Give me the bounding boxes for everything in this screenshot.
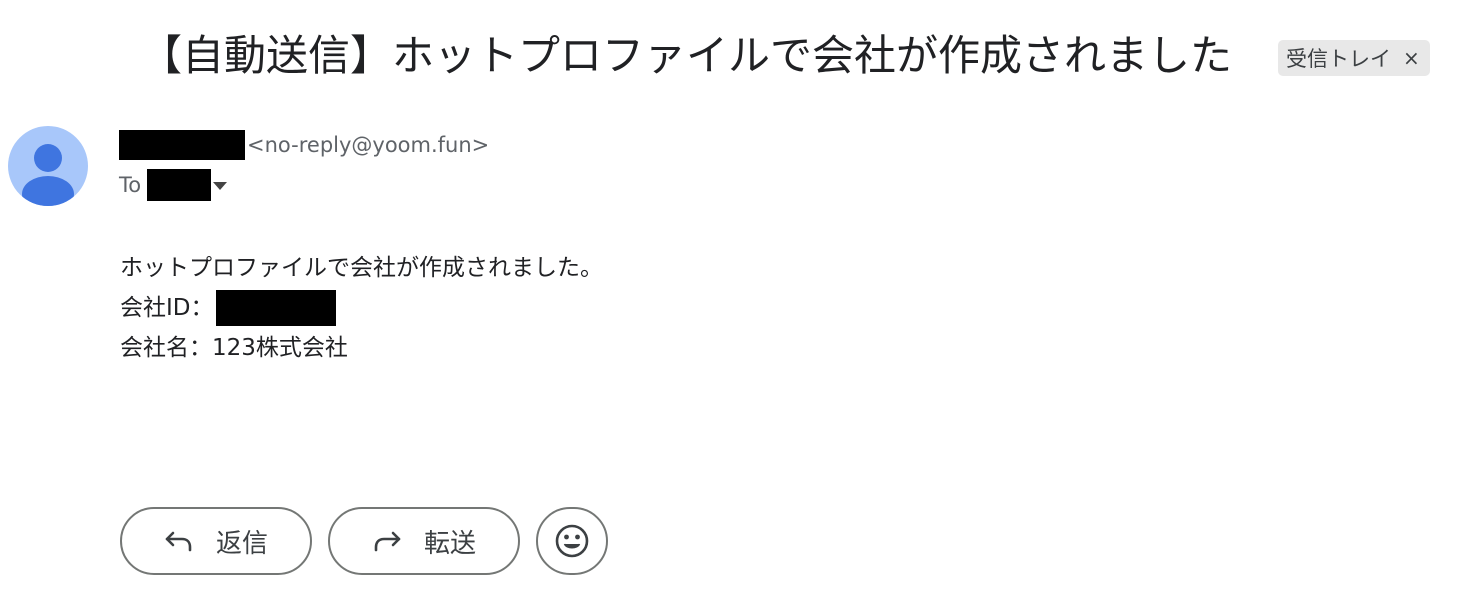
reply-arrow-icon: [164, 529, 194, 553]
body-line-company-id: 会社ID：: [120, 288, 603, 328]
sender-avatar[interactable]: [8, 126, 88, 206]
sender-name-redacted: [119, 130, 245, 160]
sender-row: <no-reply@yoom.fun>: [119, 129, 489, 161]
recipient-row: To: [119, 168, 228, 202]
reply-button[interactable]: 返信: [120, 507, 312, 575]
company-id-label: 会社ID：: [120, 295, 214, 321]
sender-email: <no-reply@yoom.fun>: [247, 133, 490, 157]
recipient-name-redacted: [147, 169, 212, 201]
forward-button-label: 転送: [423, 528, 476, 559]
remove-label-icon[interactable]: ×: [1403, 46, 1420, 70]
email-body: ホットプロファイルで会社が作成されました。 会社ID： 会社名：123株式会社: [120, 248, 603, 368]
body-line-company-name: 会社名：123株式会社: [120, 335, 348, 361]
email-subject: 【自動送信】ホットプロファイルで会社が作成されました: [140, 31, 1233, 80]
person-icon: [22, 144, 74, 206]
emoji-reaction-button[interactable]: [536, 507, 608, 575]
to-label: To: [119, 173, 142, 197]
smiley-face-icon: [555, 524, 589, 558]
reply-button-label: 返信: [215, 528, 268, 559]
forward-button[interactable]: 転送: [328, 507, 520, 575]
inbox-label-chip[interactable]: 受信トレイ ×: [1278, 40, 1430, 76]
company-id-redacted: [215, 290, 336, 326]
forward-arrow-icon: [372, 529, 402, 553]
body-line-1: ホットプロファイルで会社が作成されました。: [120, 255, 603, 281]
inbox-label-text: 受信トレイ: [1286, 47, 1391, 71]
caret-down-icon[interactable]: [213, 182, 228, 190]
